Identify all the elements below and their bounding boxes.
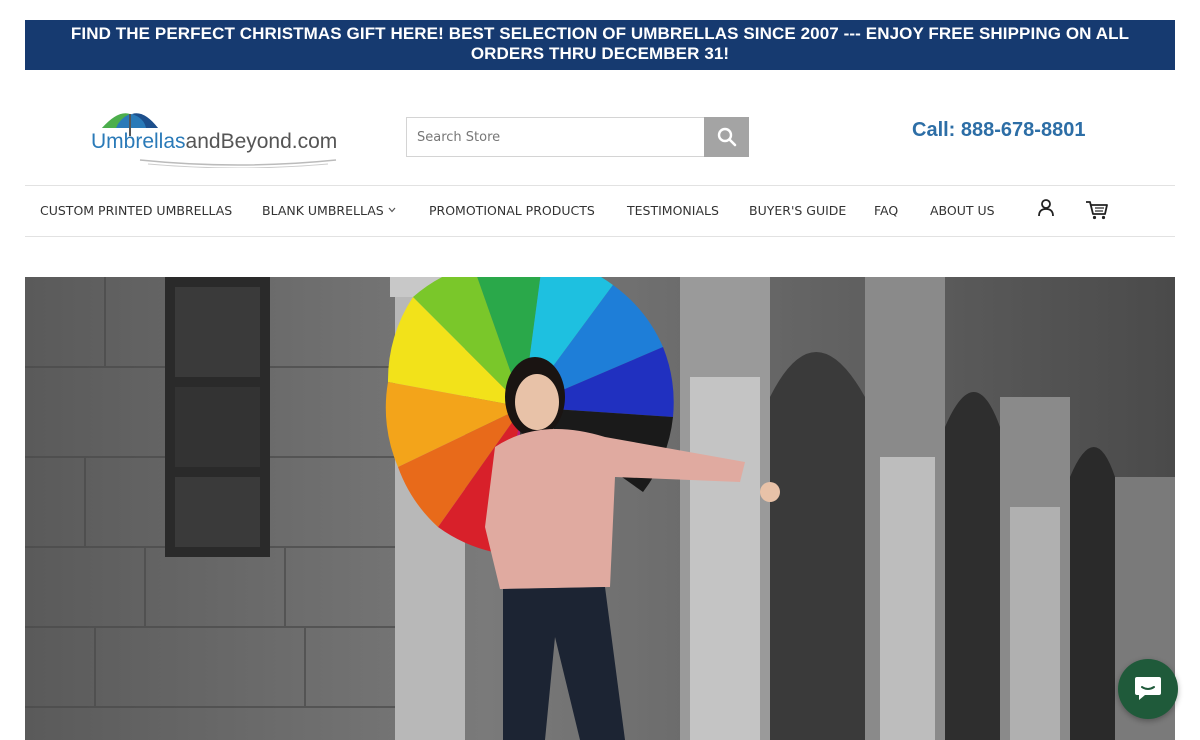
site-logo[interactable]: UmbrellasandBeyond.com bbox=[88, 106, 358, 168]
hero-banner-image[interactable] bbox=[25, 277, 1175, 740]
announcement-line-1: FIND THE PERFECT CHRISTMAS GIFT HERE! BE… bbox=[70, 24, 1130, 43]
announcement-line-2: ORDERS THRU DECEMBER 31! bbox=[470, 44, 730, 63]
nav-blank-umbrellas-label: BLANK UMBRELLAS bbox=[262, 203, 384, 218]
search-bar bbox=[406, 117, 749, 157]
hero-photo bbox=[25, 277, 1175, 740]
nav-blank-umbrellas[interactable]: BLANK UMBRELLAS bbox=[262, 203, 396, 218]
phone-number[interactable]: Call: 888-678-8801 bbox=[912, 119, 1085, 142]
main-nav: CUSTOM PRINTED UMBRELLAS BLANK UMBRELLAS… bbox=[25, 185, 1175, 237]
search-input[interactable] bbox=[406, 117, 705, 157]
chat-button[interactable] bbox=[1118, 659, 1178, 719]
nav-custom-printed-umbrellas[interactable]: CUSTOM PRINTED UMBRELLAS bbox=[40, 203, 232, 218]
chevron-down-icon bbox=[388, 207, 396, 213]
nav-promotional-products[interactable]: PROMOTIONAL PRODUCTS bbox=[429, 203, 595, 218]
nav-faq[interactable]: FAQ bbox=[874, 203, 898, 218]
logo-text: UmbrellasandBeyond.com bbox=[91, 130, 337, 154]
nav-testimonials[interactable]: TESTIMONIALS bbox=[627, 203, 719, 218]
announcement-bar: FIND THE PERFECT CHRISTMAS GIFT HERE! BE… bbox=[25, 20, 1175, 70]
cart-icon[interactable] bbox=[1085, 200, 1109, 225]
logo-text-part1: Umbrellas bbox=[91, 130, 186, 153]
search-icon bbox=[717, 127, 736, 147]
logo-swoosh-icon bbox=[139, 159, 337, 168]
account-icon[interactable] bbox=[1037, 198, 1055, 223]
nav-buyers-guide[interactable]: BUYER'S GUIDE bbox=[749, 203, 846, 218]
logo-text-part2: andBeyond.com bbox=[185, 130, 338, 153]
search-button[interactable] bbox=[704, 117, 749, 157]
chat-icon bbox=[1135, 677, 1161, 700]
nav-about-us[interactable]: ABOUT US bbox=[930, 203, 995, 218]
